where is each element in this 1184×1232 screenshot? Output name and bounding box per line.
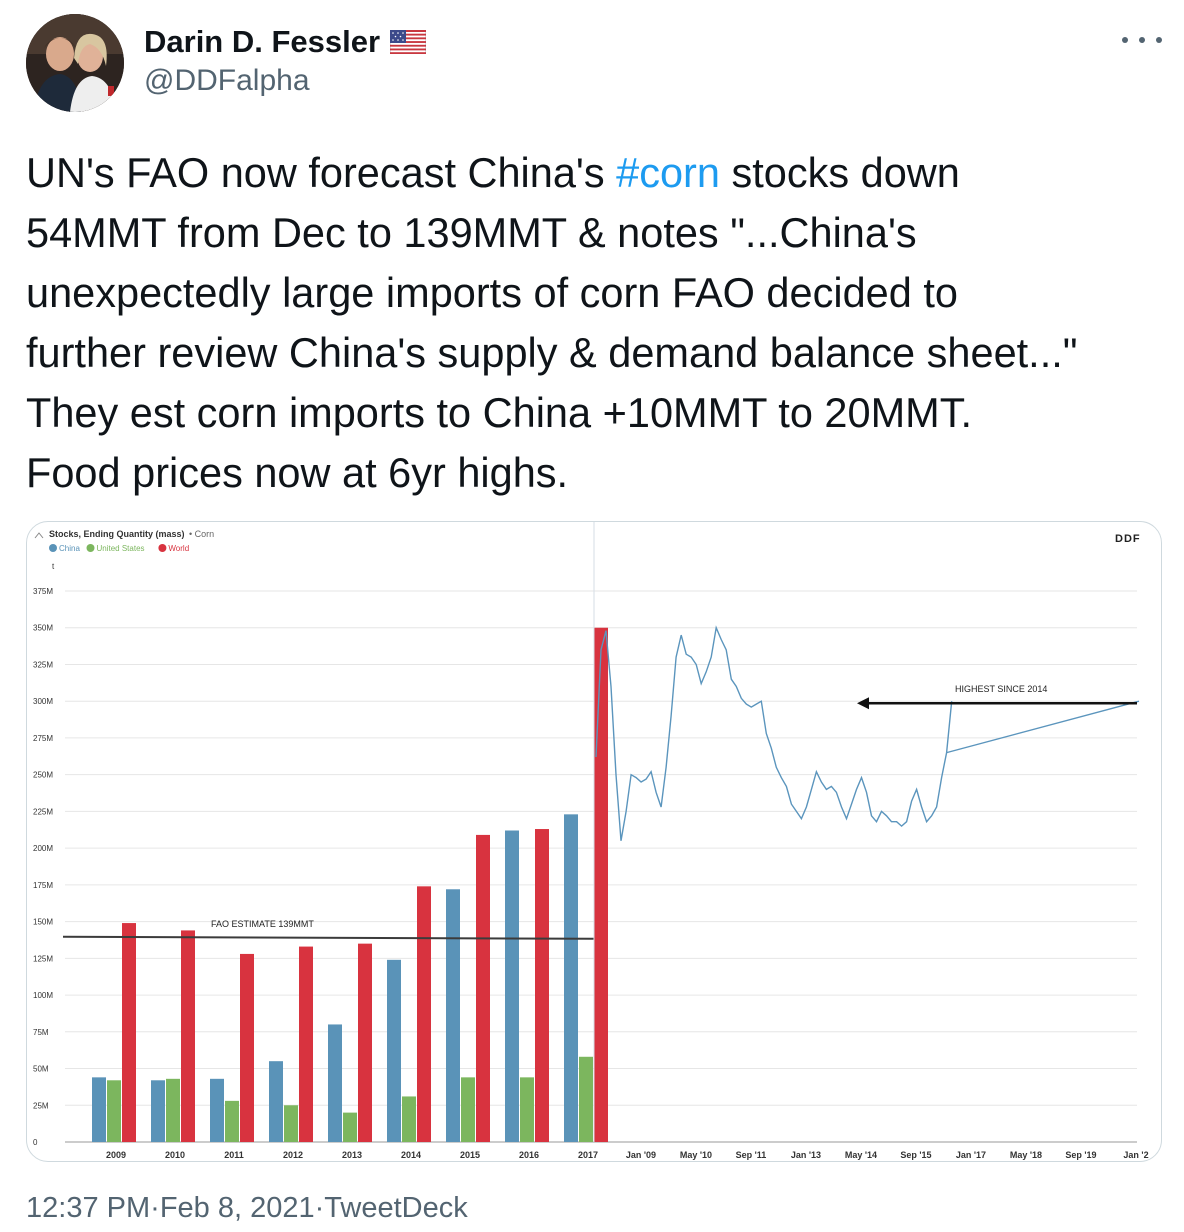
bar-united-states	[343, 1112, 357, 1142]
x-tick-label-line: Sep '15	[900, 1150, 931, 1160]
tweet-date-link[interactable]: Feb 8, 2021	[160, 1192, 315, 1225]
more-horizontal-icon[interactable]	[1122, 28, 1162, 52]
bar-united-states	[461, 1077, 475, 1142]
bar-united-states	[225, 1100, 239, 1142]
x-tick-label: 2012	[283, 1150, 303, 1160]
x-tick-label: 2016	[519, 1150, 539, 1160]
y-tick-label: 75M	[33, 1028, 49, 1037]
bar-china	[210, 1078, 224, 1142]
legend-marker	[49, 544, 57, 552]
bar-world	[299, 946, 313, 1142]
x-tick-label-line: Jan '17	[956, 1150, 986, 1160]
bar-china	[151, 1080, 165, 1142]
legend-label: World	[168, 544, 189, 553]
bar-china	[505, 830, 519, 1142]
y-tick-label: 275M	[33, 734, 53, 743]
y-tick-label: 125M	[33, 954, 53, 963]
x-tick-label: 2010	[165, 1150, 185, 1160]
legend-marker	[86, 544, 95, 552]
x-tick-label-line: Jan '13	[791, 1150, 821, 1160]
bar-world	[358, 943, 372, 1142]
highest-since-label: HIGHEST SINCE 2014	[955, 684, 1047, 694]
bar-world	[476, 834, 490, 1142]
bar-united-states	[520, 1077, 534, 1142]
china-price-line-end	[946, 700, 1140, 754]
bar-china	[269, 1061, 283, 1142]
ddf-logo: DDF	[1115, 533, 1141, 545]
tweet-time-link[interactable]: 12:37 PM	[26, 1192, 150, 1225]
author-display-name[interactable]: Darin D. Fessler	[144, 24, 380, 60]
bar-united-states	[402, 1096, 416, 1142]
author-name-row: Darin D. Fessler	[144, 24, 427, 60]
chart-canvas: 0 25M 50M 75M 100M 125M 150M 175M 200M 225M 250M 27…	[33, 522, 1149, 1160]
bar-united-states	[579, 1056, 593, 1142]
tweet-text: UN's FAO now forecast China's #corn stoc…	[26, 143, 1166, 503]
x-tick-label: 2011	[224, 1150, 244, 1160]
y-tick-label: 225M	[33, 807, 53, 816]
y-tick-label: 200M	[33, 844, 53, 853]
y-tick-label: 25M	[33, 1101, 49, 1110]
bar-united-states	[166, 1078, 180, 1142]
y-tick-label: 0	[33, 1138, 38, 1147]
bar-china	[564, 814, 578, 1142]
bar-china	[328, 1024, 342, 1142]
tweet-footer: 12:37 PM · Feb 8, 2021 · TweetDeck	[26, 1192, 468, 1225]
collapse-icon	[34, 532, 44, 539]
us-flag-icon	[390, 30, 427, 54]
tweet-text-part2: stocks down 54MMT from Dec to 139MMT & n…	[26, 149, 1078, 496]
y-tick-label: 100M	[33, 991, 53, 1000]
bar-china	[446, 889, 460, 1142]
bar-china	[387, 959, 401, 1142]
y-tick-label: 175M	[33, 881, 53, 890]
bar-world	[181, 930, 195, 1142]
author-avatar[interactable]	[26, 14, 124, 112]
hashtag-link[interactable]: #corn	[616, 149, 720, 196]
bar-china	[92, 1077, 106, 1142]
x-tick-label: 2009	[106, 1150, 126, 1160]
footer-separator-1: ·	[150, 1192, 160, 1224]
tweet-client-link[interactable]: TweetDeck	[324, 1192, 467, 1225]
footer-separator-2: ·	[314, 1192, 325, 1224]
bar-world	[417, 886, 431, 1142]
x-tick-label: 2017	[578, 1150, 598, 1160]
x-tick-label-line: Jan '09	[626, 1150, 656, 1160]
x-tick-label-line: Jan '2	[1123, 1150, 1148, 1160]
x-tick-label-line: May '18	[1010, 1150, 1042, 1160]
author-handle[interactable]: @DDFalpha	[144, 64, 310, 98]
legend-label: China	[59, 544, 80, 553]
bar-united-states	[107, 1080, 121, 1142]
tweet-image-chart[interactable]: 0 25M 50M 75M 100M 125M 150M 175M 200M 225M 250M 27…	[26, 521, 1162, 1162]
y-tick-label: 250M	[33, 771, 53, 780]
x-tick-label: 2013	[342, 1150, 362, 1160]
bar-united-states	[284, 1105, 298, 1142]
legend-marker	[158, 544, 167, 552]
y-tick-label: 350M	[33, 624, 53, 633]
x-tick-label: 2014	[401, 1150, 421, 1160]
y-tick-label: 50M	[33, 1065, 49, 1074]
x-tick-label-line: May '14	[845, 1150, 877, 1160]
fao-estimate-label: FAO ESTIMATE 139MMT	[211, 919, 314, 929]
chart-subtitle: • Corn	[189, 529, 214, 539]
x-tick-label-line: Sep '11	[736, 1150, 767, 1160]
y-tick-label: 325M	[33, 660, 53, 669]
bar-world	[122, 923, 136, 1142]
tweet-text-part1: UN's FAO now forecast China's	[26, 149, 617, 196]
bar-world	[535, 829, 549, 1142]
y-tick-label: 150M	[33, 918, 53, 927]
bar-world	[594, 627, 608, 1142]
y-tick-label: 300M	[33, 697, 53, 706]
y-axis-label: t	[52, 562, 55, 571]
x-tick-label: 2015	[460, 1150, 480, 1160]
avatar-photo	[26, 14, 124, 112]
x-tick-label-line: May '10	[680, 1150, 712, 1160]
y-tick-label: 375M	[33, 587, 53, 596]
x-tick-label-line: Sep '19	[1065, 1150, 1096, 1160]
arrow-head-icon	[857, 697, 869, 710]
bar-world	[240, 953, 254, 1142]
chart-title: Stocks, Ending Quantity (mass)	[49, 529, 185, 539]
legend-label: United States	[97, 544, 145, 553]
china-price-line	[595, 625, 953, 841]
